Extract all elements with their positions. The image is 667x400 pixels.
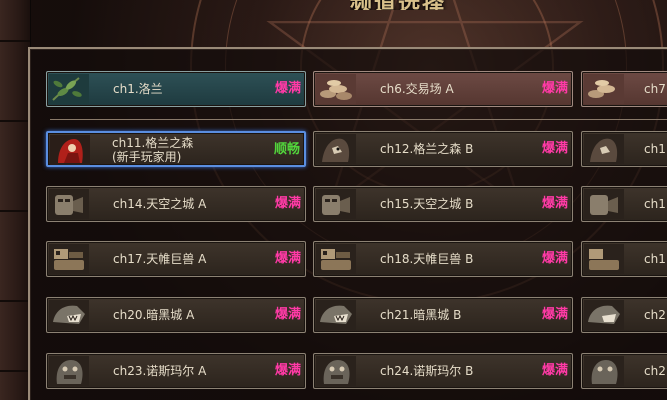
channel-status: 爆满 xyxy=(274,307,301,322)
channel-button-ch15[interactable]: ch15.天空之城 B 爆满 xyxy=(313,186,573,222)
ghoul-icon xyxy=(584,356,624,386)
channel-button-ch23[interactable]: ch23.诺斯玛尔 A 爆满 xyxy=(46,353,306,389)
channel-button-ch1y[interactable]: ch1 xyxy=(581,186,667,222)
channel-status: 爆满 xyxy=(541,363,568,378)
stone-golem-icon xyxy=(584,189,624,219)
channel-button-ch21[interactable]: ch21.暗黑城 B 爆满 xyxy=(313,297,573,333)
channel-name: ch2 xyxy=(644,364,666,378)
hooded-monster-icon xyxy=(316,134,356,164)
channel-button-ch12[interactable]: ch12.格兰之森 B 爆满 xyxy=(313,131,573,167)
channel-button-ch7[interactable]: ch7 xyxy=(581,71,667,107)
channel-button-ch24[interactable]: ch24.诺斯玛尔 B 爆满 xyxy=(313,353,573,389)
channel-status: 爆满 xyxy=(274,196,301,211)
dark-beast-icon xyxy=(49,300,89,330)
channel-status: 爆满 xyxy=(274,81,301,96)
channel-name-line1: ch11.格兰之森 xyxy=(112,136,194,150)
channel-name: ch17.天帷巨兽 A xyxy=(113,252,207,266)
channel-name: ch23.诺斯玛尔 A xyxy=(113,364,207,378)
channel-name: ch18.天帷巨兽 B xyxy=(380,252,474,266)
channel-button-ch2x[interactable]: ch2 xyxy=(581,297,667,333)
channel-status: 爆满 xyxy=(541,307,568,322)
channel-button-ch1x[interactable]: ch1 xyxy=(581,131,667,167)
channel-status: 爆满 xyxy=(274,363,301,378)
coin-pile-icon xyxy=(584,74,624,104)
ghoul-icon xyxy=(49,356,89,386)
machine-beast-icon xyxy=(316,244,356,274)
wooden-wall xyxy=(0,0,31,400)
machine-beast-icon xyxy=(49,244,89,274)
hooded-monster-icon xyxy=(584,134,624,164)
channel-name: ch1 xyxy=(644,142,666,156)
channel-name: ch2 xyxy=(644,308,666,322)
screen-title: 频道选择 xyxy=(350,0,510,10)
channel-button-ch6[interactable]: ch6.交易场 A 爆满 xyxy=(313,71,573,107)
machine-beast-icon xyxy=(584,244,624,274)
channel-name-line2: (新手玩家用) xyxy=(112,150,182,164)
channel-button-ch20[interactable]: ch20.暗黑城 A 爆满 xyxy=(46,297,306,333)
stone-golem-icon xyxy=(49,189,89,219)
channel-name: ch11.格兰之森 (新手玩家用) xyxy=(112,136,194,165)
channel-select-screen: 频道选择 ch1.洛兰 爆满 ch6.交易场 A 爆满 xyxy=(0,0,667,400)
channel-button-ch14[interactable]: ch14.天空之城 A 爆满 xyxy=(46,186,306,222)
dark-beast-icon xyxy=(316,300,356,330)
channel-name: ch20.暗黑城 A xyxy=(113,308,195,322)
red-hood-icon xyxy=(50,135,90,165)
coin-pile-icon xyxy=(316,74,356,104)
channel-status: 爆满 xyxy=(541,81,568,96)
channel-status: 爆满 xyxy=(541,196,568,211)
channel-status: 顺畅 xyxy=(273,142,300,157)
vine-leaf-icon xyxy=(49,74,89,104)
stone-golem-icon xyxy=(316,189,356,219)
channel-name: ch21.暗黑城 B xyxy=(380,308,462,322)
channel-name: ch15.天空之城 B xyxy=(380,197,474,211)
channel-name: ch1 xyxy=(644,197,666,211)
channel-button-ch2y[interactable]: ch2 xyxy=(581,353,667,389)
channel-status: 爆满 xyxy=(541,251,568,266)
channel-button-ch11[interactable]: ch11.格兰之森 (新手玩家用) 顺畅 xyxy=(46,131,306,167)
channel-button-ch17[interactable]: ch17.天帷巨兽 A 爆满 xyxy=(46,241,306,277)
channel-name: ch1.洛兰 xyxy=(113,82,163,96)
channel-status: 爆满 xyxy=(541,141,568,156)
channel-name: ch6.交易场 A xyxy=(380,82,454,96)
channel-status: 爆满 xyxy=(274,251,301,266)
channel-name: ch7 xyxy=(644,82,666,96)
channel-button-ch1[interactable]: ch1.洛兰 爆满 xyxy=(46,71,306,107)
channel-name: ch1 xyxy=(644,252,666,266)
section-divider xyxy=(50,119,667,120)
channel-name: ch14.天空之城 A xyxy=(113,197,207,211)
ghoul-icon xyxy=(316,356,356,386)
channel-button-ch18[interactable]: ch18.天帷巨兽 B 爆满 xyxy=(313,241,573,277)
channel-button-ch1z[interactable]: ch1 xyxy=(581,241,667,277)
dark-beast-icon xyxy=(584,300,624,330)
channel-name: ch12.格兰之森 B xyxy=(380,142,474,156)
channel-name: ch24.诺斯玛尔 B xyxy=(380,364,474,378)
